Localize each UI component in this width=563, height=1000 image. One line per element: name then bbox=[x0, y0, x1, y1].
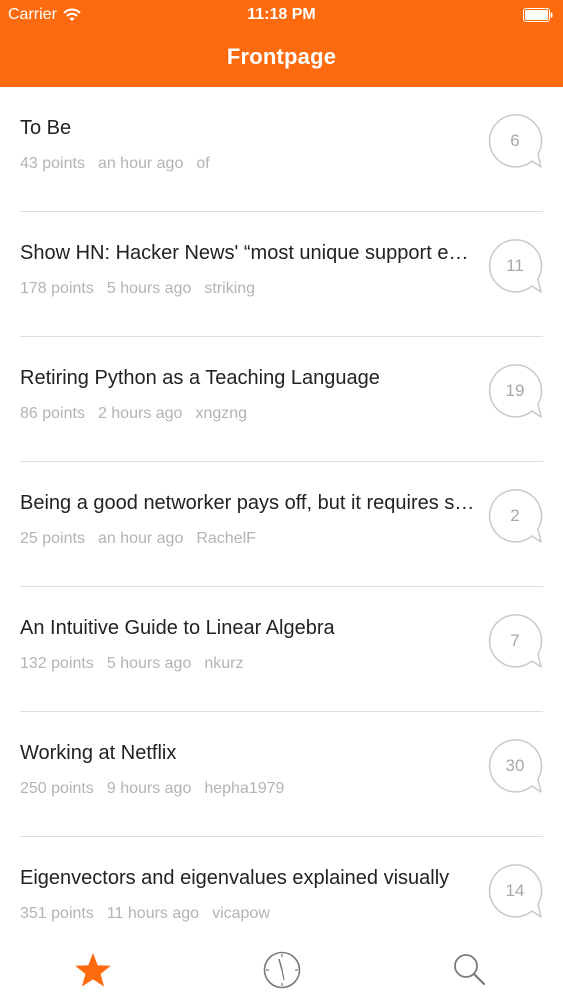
clock-icon bbox=[263, 951, 301, 989]
tab-bar bbox=[0, 940, 563, 1000]
story-author: xngzng bbox=[195, 405, 248, 422]
tab-search[interactable] bbox=[449, 950, 489, 990]
story-points: 250 points bbox=[20, 780, 94, 797]
comment-count: 30 bbox=[505, 756, 525, 775]
story-title[interactable]: An Intuitive Guide to Linear Algebra bbox=[20, 617, 475, 640]
story-author: vicapow bbox=[212, 905, 270, 922]
status-time: 11:18 PM bbox=[247, 6, 316, 23]
comment-count: 19 bbox=[505, 381, 525, 400]
comment-count: 7 bbox=[510, 631, 520, 650]
status-bar: Carrier 11:18 PM bbox=[0, 0, 563, 30]
story-author: hepha1979 bbox=[204, 780, 285, 797]
story-time: 11 hours ago bbox=[106, 905, 200, 922]
story-row[interactable]: Being a good networker pays off, but it … bbox=[20, 462, 543, 587]
comments-button[interactable]: 19 bbox=[488, 364, 544, 420]
story-title[interactable]: Eigenvectors and eigenvalues explained v… bbox=[20, 867, 475, 890]
comments-button[interactable]: 11 bbox=[488, 239, 544, 295]
story-row[interactable]: An Intuitive Guide to Linear Algebra 132… bbox=[20, 587, 543, 712]
story-time: an hour ago bbox=[97, 155, 184, 172]
story-meta: 25 points an hour ago RachelF bbox=[20, 530, 256, 548]
story-meta: 250 points 9 hours ago hepha1979 bbox=[20, 780, 284, 798]
story-meta: 43 points an hour ago of bbox=[20, 155, 210, 173]
story-list[interactable]: To Be 43 points an hour ago of 6 Show HN… bbox=[0, 87, 563, 940]
story-time: an hour ago bbox=[97, 530, 184, 547]
story-author: of bbox=[196, 155, 210, 172]
story-points: 86 points bbox=[20, 405, 85, 422]
story-meta: 86 points 2 hours ago xngzng bbox=[20, 405, 247, 423]
battery-icon bbox=[523, 8, 553, 22]
story-meta: 351 points 11 hours ago vicapow bbox=[20, 905, 270, 923]
story-author: nkurz bbox=[204, 655, 244, 672]
story-author: RachelF bbox=[196, 530, 256, 547]
story-row[interactable]: Retiring Python as a Teaching Language 8… bbox=[20, 337, 543, 462]
story-row[interactable]: Show HN: Hacker News' “most unique suppo… bbox=[20, 212, 543, 337]
story-title[interactable]: Being a good networker pays off, but it … bbox=[20, 492, 475, 515]
story-time: 5 hours ago bbox=[106, 280, 192, 297]
comments-button[interactable]: 30 bbox=[488, 739, 544, 795]
story-title[interactable]: Retiring Python as a Teaching Language bbox=[20, 367, 475, 390]
story-meta: 132 points 5 hours ago nkurz bbox=[20, 655, 243, 673]
star-icon bbox=[75, 953, 111, 987]
story-row[interactable]: Working at Netflix 250 points 9 hours ag… bbox=[20, 712, 543, 837]
story-points: 351 points bbox=[20, 905, 94, 922]
story-points: 132 points bbox=[20, 655, 94, 672]
story-time: 5 hours ago bbox=[106, 655, 192, 672]
tab-recent[interactable] bbox=[262, 950, 302, 990]
story-points: 43 points bbox=[20, 155, 85, 172]
comment-count: 6 bbox=[510, 131, 520, 150]
story-meta: 178 points 5 hours ago striking bbox=[20, 280, 255, 298]
navigation-bar: Carrier 11:18 PM Frontpage bbox=[0, 0, 563, 87]
story-time: 9 hours ago bbox=[106, 780, 192, 797]
tab-favorites[interactable] bbox=[73, 950, 113, 990]
story-title[interactable]: To Be bbox=[20, 117, 475, 140]
search-icon bbox=[454, 954, 486, 986]
story-author: striking bbox=[204, 280, 256, 297]
story-points: 178 points bbox=[20, 280, 94, 297]
story-points: 25 points bbox=[20, 530, 85, 547]
comments-button[interactable]: 6 bbox=[488, 114, 544, 170]
story-title[interactable]: Working at Netflix bbox=[20, 742, 475, 765]
comments-button[interactable]: 2 bbox=[488, 489, 544, 545]
story-row[interactable]: To Be 43 points an hour ago of 6 bbox=[20, 87, 543, 212]
comment-count: 2 bbox=[510, 506, 520, 525]
story-title[interactable]: Show HN: Hacker News' “most unique suppo… bbox=[20, 242, 475, 265]
comments-button[interactable]: 7 bbox=[488, 614, 544, 670]
comment-count: 14 bbox=[505, 881, 525, 900]
page-title: Frontpage bbox=[226, 44, 337, 69]
comments-button[interactable]: 14 bbox=[488, 864, 544, 920]
story-row[interactable]: Eigenvectors and eigenvalues explained v… bbox=[20, 837, 543, 940]
comment-count: 11 bbox=[506, 256, 524, 275]
story-time: 2 hours ago bbox=[97, 405, 183, 422]
